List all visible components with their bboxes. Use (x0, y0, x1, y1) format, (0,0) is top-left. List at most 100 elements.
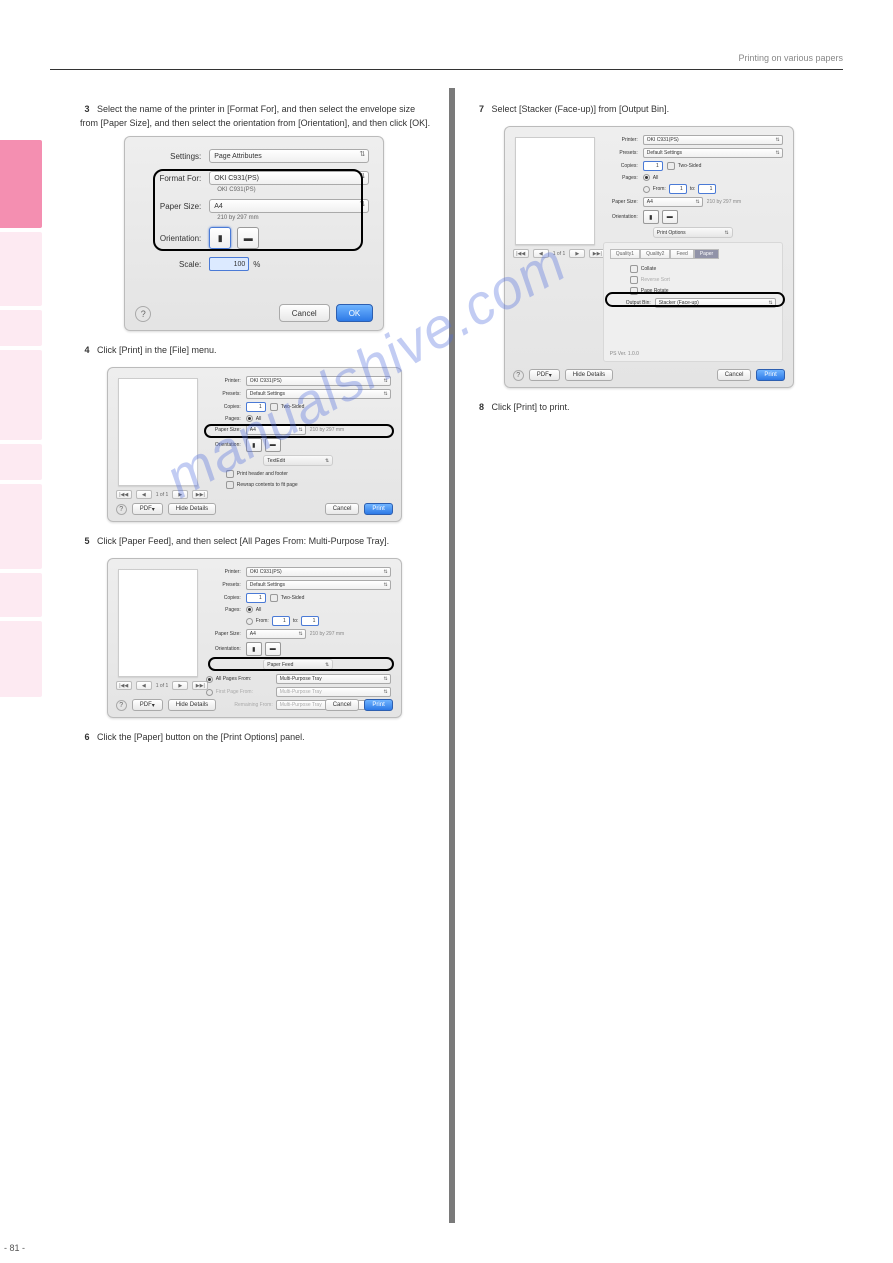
scale-input[interactable]: 100 (209, 257, 249, 271)
side-tab (0, 350, 42, 440)
paper-sub: 210 by 297 mm (217, 215, 369, 221)
print-button[interactable]: Print (364, 503, 392, 515)
collate-check[interactable] (630, 265, 638, 273)
pages-all-radio[interactable] (246, 606, 253, 613)
print-dialog-options: |◀◀ ◀ 1 of 1 ▶ ▶▶| Printer:OKI C931(PS) … (504, 126, 794, 388)
allpages-tray-select[interactable]: Multi-Purpose Tray (276, 674, 391, 684)
prev-first-icon[interactable]: |◀◀ (116, 490, 132, 499)
help-icon[interactable]: ? (513, 370, 524, 381)
tab-quality1[interactable]: Quality1 (610, 249, 640, 259)
prev-icon[interactable]: ◀ (136, 490, 152, 499)
pages-from-radio[interactable] (643, 186, 650, 193)
panel-menu[interactable]: Paper Feed (263, 659, 333, 670)
papersize-select[interactable]: A4 (643, 197, 703, 207)
prev-first-icon[interactable]: |◀◀ (116, 681, 132, 690)
preview-nav: |◀◀ ◀ 1 of 1 ▶ ▶▶| (513, 249, 606, 258)
preview-nav: |◀◀ ◀ 1 of 1 ▶ ▶▶| (116, 490, 209, 499)
print-button[interactable]: Print (756, 369, 784, 381)
side-tab (0, 140, 42, 228)
orientation-portrait-icon[interactable]: ▮ (643, 210, 659, 224)
side-tab (0, 484, 42, 569)
page-header: Printing on various papers (50, 0, 843, 70)
ok-button[interactable]: OK (336, 304, 374, 322)
next-icon[interactable]: ▶ (172, 681, 188, 690)
firstpage-radio[interactable] (206, 689, 213, 696)
cancel-button[interactable]: Cancel (717, 369, 752, 381)
next-icon[interactable]: ▶ (172, 490, 188, 499)
pages-all-radio[interactable] (246, 415, 253, 422)
cancel-button[interactable]: Cancel (325, 503, 360, 515)
orientation-landscape-icon[interactable]: ▬ (265, 642, 281, 656)
step-8: 8Click [Print] to print. (475, 402, 830, 416)
panel-menu[interactable]: Print Options (653, 227, 733, 238)
firstpage-tray-select: Multi-Purpose Tray (276, 687, 391, 697)
orientation-portrait-icon[interactable]: ▮ (246, 642, 262, 656)
to-input[interactable]: 1 (301, 616, 319, 626)
pages-all-radio[interactable] (643, 174, 650, 181)
printer-select[interactable]: OKI C931(PS) (643, 135, 783, 145)
output-bin-label: Output Bin: (610, 300, 655, 306)
printer-select[interactable]: OKI C931(PS) (246, 567, 391, 577)
twosided-check[interactable] (270, 403, 278, 411)
from-input[interactable]: 1 (272, 616, 290, 626)
pages-from-radio[interactable] (246, 618, 253, 625)
output-bin-select[interactable]: Stacker (Face-up) (655, 298, 776, 308)
cancel-button[interactable]: Cancel (325, 699, 360, 711)
from-input[interactable]: 1 (669, 184, 687, 194)
step-6: 6Click the [Paper] button on the [Print … (80, 732, 435, 746)
hide-details-button[interactable]: Hide Details (565, 369, 613, 381)
tab-paper[interactable]: Paper (694, 249, 719, 259)
panel-menu[interactable]: TextEdit (263, 455, 333, 466)
pdf-button[interactable]: PDF ▾ (132, 503, 163, 515)
presets-select[interactable]: Default Settings (246, 389, 391, 399)
format-for-select[interactable]: OKI C931(PS) (209, 171, 369, 185)
step-7: 7Select [Stacker (Face-up)] from [Output… (475, 104, 830, 118)
printer-select[interactable]: OKI C931(PS) (246, 376, 391, 386)
hide-details-button[interactable]: Hide Details (168, 699, 216, 711)
header-footer-check[interactable] (226, 470, 234, 478)
side-tab (0, 621, 42, 697)
orientation-portrait-icon[interactable]: ▮ (209, 227, 231, 249)
copies-input[interactable]: 1 (246, 402, 266, 412)
presets-select[interactable]: Default Settings (643, 148, 783, 158)
tab-quality2[interactable]: Quality2 (640, 249, 670, 259)
cancel-button[interactable]: Cancel (279, 304, 330, 322)
pdf-button[interactable]: PDF ▾ (529, 369, 560, 381)
help-icon[interactable]: ? (116, 504, 127, 515)
orientation-portrait-icon[interactable]: ▮ (246, 438, 262, 452)
tab-feed[interactable]: Feed (670, 249, 693, 259)
settings-select[interactable]: Page Attributes (209, 149, 369, 163)
side-tab (0, 232, 42, 306)
print-button[interactable]: Print (364, 699, 392, 711)
to-input[interactable]: 1 (698, 184, 716, 194)
orientation-landscape-icon[interactable]: ▬ (237, 227, 259, 249)
hide-details-button[interactable]: Hide Details (168, 503, 216, 515)
copies-input[interactable]: 1 (643, 161, 663, 171)
orientation-landscape-icon[interactable]: ▬ (662, 210, 678, 224)
scale-pct: % (253, 260, 260, 269)
presets-select[interactable]: Default Settings (246, 580, 391, 590)
paper-size-label: Paper Size: (139, 202, 209, 211)
allpages-radio[interactable] (206, 676, 213, 683)
prev-icon[interactable]: ◀ (533, 249, 549, 258)
orientation-landscape-icon[interactable]: ▬ (265, 438, 281, 452)
help-icon[interactable]: ? (116, 700, 127, 711)
prev-icon[interactable]: ◀ (136, 681, 152, 690)
copies-input[interactable]: 1 (246, 593, 266, 603)
twosided-check[interactable] (270, 594, 278, 602)
help-icon[interactable]: ? (135, 306, 151, 322)
papersize-select[interactable]: A4 (246, 425, 306, 435)
rewrap-check[interactable] (226, 481, 234, 489)
rotate-check[interactable] (630, 287, 638, 295)
papersize-select[interactable]: A4 (246, 629, 306, 639)
print-dialog-textedit: |◀◀ ◀ 1 of 1 ▶ ▶▶| Printer:OKI C931(PS) … (107, 367, 402, 522)
prev-first-icon[interactable]: |◀◀ (513, 249, 529, 258)
preview-nav: |◀◀ ◀ 1 of 1 ▶ ▶▶| (116, 681, 209, 690)
pdf-button[interactable]: PDF ▾ (132, 699, 163, 711)
print-preview (118, 378, 198, 486)
reverse-check (630, 276, 638, 284)
next-icon[interactable]: ▶ (569, 249, 585, 258)
paper-size-select[interactable]: A4 (209, 199, 369, 213)
print-dialog-paperfeed: |◀◀ ◀ 1 of 1 ▶ ▶▶| Printer:OKI C931(PS) … (107, 558, 402, 718)
twosided-check[interactable] (667, 162, 675, 170)
